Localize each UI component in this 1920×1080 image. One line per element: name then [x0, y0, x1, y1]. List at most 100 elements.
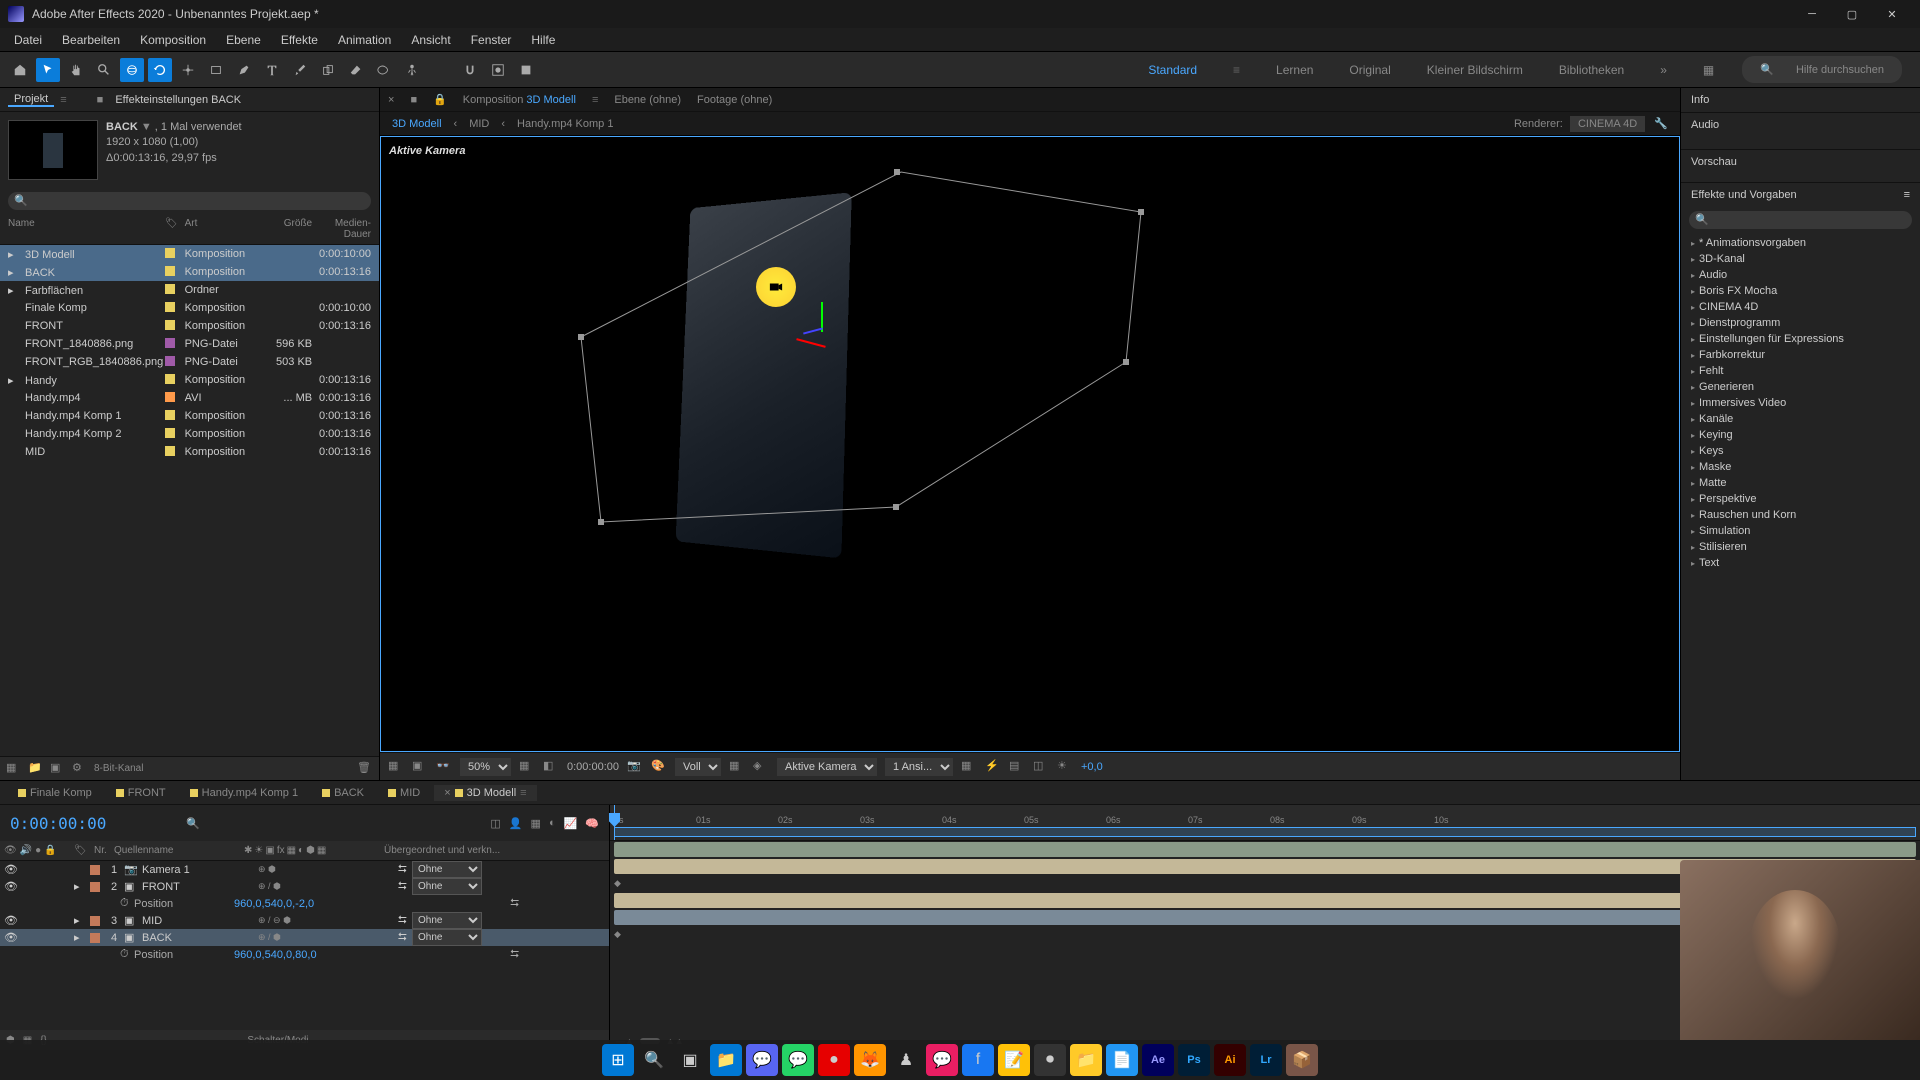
rect-tool[interactable]	[204, 58, 228, 82]
effect-category[interactable]: CINEMA 4D	[1681, 299, 1920, 315]
timeline-tab[interactable]: Handy.mp4 Komp 1	[180, 785, 308, 801]
taskbar-files[interactable]: 📁	[1070, 1044, 1102, 1076]
orbit-tool[interactable]	[120, 58, 144, 82]
taskbar-notes[interactable]: 📝	[998, 1044, 1030, 1076]
comp-viewport[interactable]: Aktive Kamera	[380, 136, 1680, 752]
taskbar-search[interactable]: 🔍	[638, 1044, 670, 1076]
timeline-icon[interactable]: ▤	[1009, 759, 1025, 775]
project-tab[interactable]: Projekt	[8, 93, 54, 107]
taskbar-firefox[interactable]: 🦊	[854, 1044, 886, 1076]
snapshot-icon[interactable]: 📷	[627, 759, 643, 775]
time-ruler[interactable]: 0s01s02s03s04s05s06s07s08s09s10s	[610, 805, 1920, 841]
pen-tool[interactable]	[232, 58, 256, 82]
effect-settings-tab[interactable]: Effekteinstellungen BACK	[109, 94, 247, 106]
timeline-tab[interactable]: FRONT	[106, 785, 176, 801]
effect-category[interactable]: Stilisieren	[1681, 539, 1920, 555]
effects-search-input[interactable]	[1689, 211, 1912, 229]
mask-vis-icon[interactable]: 👓	[436, 759, 452, 775]
taskbar-app2[interactable]: ♟	[890, 1044, 922, 1076]
menu-bearbeiten[interactable]: Bearbeiten	[52, 33, 130, 47]
roi-icon[interactable]: ◧	[543, 759, 559, 775]
taskbar-illustrator[interactable]: Ai	[1214, 1044, 1246, 1076]
new-comp-icon[interactable]: ▣	[50, 761, 66, 777]
workspace-grid-icon[interactable]: ▦	[1695, 59, 1722, 81]
breadcrumb-0[interactable]: 3D Modell	[392, 118, 442, 130]
show-channel-icon[interactable]: 🎨	[651, 759, 667, 775]
effect-category[interactable]: Keys	[1681, 443, 1920, 459]
effect-category[interactable]: Dienstprogramm	[1681, 315, 1920, 331]
timeline-tab[interactable]: BACK	[312, 785, 374, 801]
taskbar-lightroom[interactable]: Lr	[1250, 1044, 1282, 1076]
effects-menu-icon[interactable]: ≡	[1904, 189, 1910, 201]
graph-editor-icon[interactable]: 📈	[564, 817, 578, 830]
effect-category[interactable]: Text	[1681, 555, 1920, 571]
taskbar-obs[interactable]: ⏺	[1034, 1044, 1066, 1076]
layer-row[interactable]: 👁 ▸ 4 ▣ BACK ⊕ / ⬢ ⮀ Ohne	[0, 929, 609, 946]
taskbar-discord[interactable]: 💬	[746, 1044, 778, 1076]
layer-property-row[interactable]: ⏱Position960,0,540,0,80,0⮀	[0, 946, 609, 963]
menu-fenster[interactable]: Fenster	[461, 33, 522, 47]
effect-category[interactable]: Generieren	[1681, 379, 1920, 395]
layer-property-row[interactable]: ⏱Position960,0,540,0,-2,0⮀	[0, 895, 609, 912]
interpret-icon[interactable]: ▦	[6, 761, 22, 777]
mask-tool[interactable]	[486, 58, 510, 82]
camera-select[interactable]: Aktive Kamera	[777, 758, 877, 776]
project-search[interactable]	[8, 192, 371, 210]
project-item[interactable]: FRONT Komposition 0:00:13:16	[0, 317, 379, 335]
puppet-tool[interactable]	[400, 58, 424, 82]
renderer-settings-icon[interactable]: 🔧	[1654, 118, 1668, 130]
audio-panel-header[interactable]: Audio	[1681, 113, 1920, 137]
effect-category[interactable]: Immersives Video	[1681, 395, 1920, 411]
workspace-standard[interactable]: Standard	[1140, 59, 1205, 81]
menu-effekte[interactable]: Effekte	[271, 33, 328, 47]
taskbar-taskview[interactable]: ▣	[674, 1044, 706, 1076]
effects-list[interactable]: * Animationsvorgaben3D-KanalAudioBoris F…	[1681, 233, 1920, 780]
close-button[interactable]: ✕	[1872, 0, 1912, 28]
camera-marker[interactable]	[756, 267, 796, 307]
taskbar-notepad[interactable]: 📄	[1106, 1044, 1138, 1076]
comp-flow-icon[interactable]: ◫	[1033, 759, 1049, 775]
comp-tab-komp[interactable]: Komposition 3D Modell	[463, 94, 576, 106]
timeline-tab[interactable]: Finale Komp	[8, 785, 102, 801]
effect-category[interactable]: Audio	[1681, 267, 1920, 283]
layer-row[interactable]: 👁 ▸ 2 ▣ FRONT ⊕ / ⬢ ⮀ Ohne	[0, 878, 609, 895]
comp-time[interactable]: 0:00:00:00	[567, 761, 619, 773]
timeline-tab[interactable]: MID	[378, 785, 430, 801]
project-item[interactable]: Handy.mp4 AVI ... MB 0:00:13:16	[0, 389, 379, 407]
breadcrumb-1[interactable]: MID	[469, 118, 489, 130]
settings-icon[interactable]: ⚙	[72, 761, 88, 777]
layer-row[interactable]: 👁 1 📷 Kamera 1 ⊕ ⬢ ⮀ Ohne	[0, 861, 609, 878]
zoom-select[interactable]: 50%	[460, 758, 511, 776]
menu-ansicht[interactable]: Ansicht	[401, 33, 460, 47]
taskbar-app3[interactable]: 📦	[1286, 1044, 1318, 1076]
playhead[interactable]	[614, 805, 615, 840]
taskbar-aftereffects[interactable]: Ae	[1142, 1044, 1174, 1076]
col-dur[interactable]: Medien-Dauer	[312, 218, 371, 240]
work-area[interactable]	[614, 827, 1916, 837]
channel-icon[interactable]: ▣	[412, 759, 428, 775]
menu-animation[interactable]: Animation	[328, 33, 401, 47]
fast-preview-icon[interactable]: ⚡	[985, 759, 1001, 775]
project-item[interactable]: Finale Komp Komposition 0:00:10:00	[0, 299, 379, 317]
eraser-tool[interactable]	[344, 58, 368, 82]
brush-tool[interactable]	[288, 58, 312, 82]
layer-bar[interactable]	[610, 841, 1920, 858]
taskbar-whatsapp[interactable]: 💬	[782, 1044, 814, 1076]
brain-icon[interactable]: 🧠	[585, 817, 599, 830]
project-item[interactable]: FRONT_RGB_1840886.png PNG-Datei 503 KB	[0, 353, 379, 371]
folder-icon[interactable]: 📁	[28, 761, 44, 777]
taskbar-explorer[interactable]: 📁	[710, 1044, 742, 1076]
taskbar-app1[interactable]: ●	[818, 1044, 850, 1076]
alpha-icon[interactable]: ▦	[388, 759, 404, 775]
col-size[interactable]: Größe	[263, 218, 312, 240]
effect-category[interactable]: Fehlt	[1681, 363, 1920, 379]
workspace-kleiner[interactable]: Kleiner Bildschirm	[1419, 59, 1531, 81]
menu-komposition[interactable]: Komposition	[130, 33, 216, 47]
project-item[interactable]: ▸ Handy Komposition 0:00:13:16	[0, 371, 379, 389]
anchor-tool[interactable]	[176, 58, 200, 82]
layer-row[interactable]: 👁 ▸ 3 ▣ MID ⊕ / ⊖ ⬢ ⮀ Ohne	[0, 912, 609, 929]
maximize-button[interactable]: ▢	[1832, 0, 1872, 28]
transparency-icon[interactable]: ▦	[729, 759, 745, 775]
effect-category[interactable]: Perspektive	[1681, 491, 1920, 507]
col-art[interactable]: Art	[185, 218, 263, 240]
